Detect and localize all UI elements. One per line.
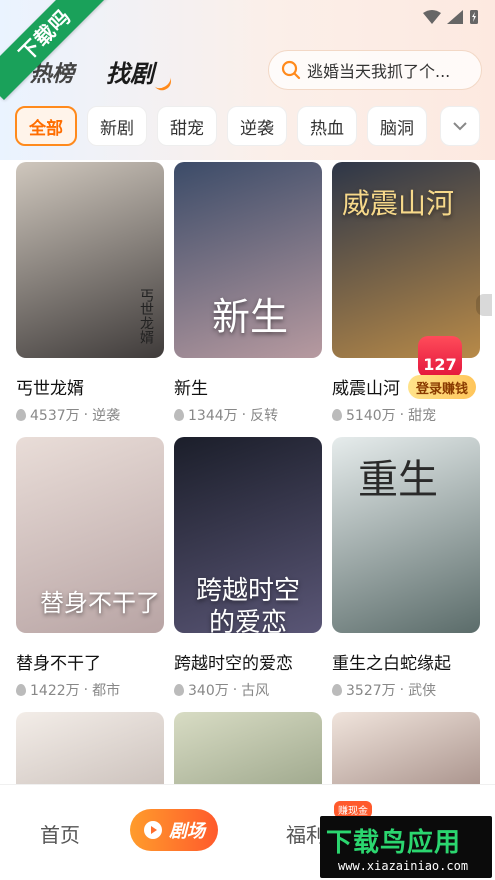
signal-icon [447,10,463,24]
login-earn-button[interactable]: 登录赚钱 [408,375,477,399]
drama-tag: 武侠 [408,683,437,699]
drama-tag: 逆袭 [92,408,121,424]
views-icon [16,684,26,696]
drama-tag: 反转 [250,408,279,424]
drama-views: 4537万 [30,408,80,424]
poster-title-art: 新生 [212,295,289,339]
wifi-icon [423,10,441,24]
drama-title: 丐世龙婿 [16,379,84,399]
views-icon [174,684,184,696]
drama-card[interactable]: 重生 重生之白蛇缘起 3527万 · 武侠 [332,437,480,700]
drama-poster[interactable]: 丐世龙婿 [16,162,164,358]
meta-separator: · [232,682,238,698]
search-placeholder: 逃婚当天我抓了个... [307,62,451,81]
drama-meta: 5140万 · 甜宠 [332,405,480,425]
category-new[interactable]: 新剧 [87,106,147,146]
drama-meta: 1422万 · 都市 [16,680,164,700]
side-scroll-handle[interactable] [476,294,492,316]
drama-poster[interactable]: 替身不干了 [16,437,164,633]
views-icon [16,409,26,421]
poster-title-art: 跨越时空的爱恋 [195,576,300,633]
watermark-url: www.xiazainiao.com [338,859,469,873]
drama-tag: 都市 [92,683,121,699]
drama-poster[interactable]: 新生 [174,162,322,358]
nav-home[interactable]: 首页 [40,819,80,848]
views-icon [332,409,342,421]
drama-poster[interactable]: 威震山河 [332,162,480,358]
drama-title: 重生之白蛇缘起 [332,654,451,674]
drama-views: 3527万 [346,683,396,699]
drama-meta: 340万 · 古风 [174,680,322,700]
top-header: 热榜 找剧 逃婚当天我抓了个... [0,46,495,94]
chevron-down-icon [453,122,467,131]
meta-separator: · [83,682,89,698]
nav-theater[interactable]: 剧场 [130,809,218,851]
drama-meta: 4537万 · 逆袭 [16,405,164,425]
drama-card[interactable]: 跨越时空的爱恋 跨越时空的爱恋 340万 · 古风 [174,437,322,700]
poster-title-art: 丐世龙婿 [138,288,154,344]
poster-title-art: 替身不干了 [40,589,160,617]
battery-icon [470,10,478,24]
tab-find-drama[interactable]: 找剧 [106,54,154,89]
category-action[interactable]: 热血 [297,106,357,146]
nav-theater-label: 剧场 [169,821,205,842]
views-icon [332,684,342,696]
drama-meta: 1344万 · 反转 [174,405,322,425]
drama-tag: 甜宠 [408,408,437,424]
poster-title-art: 威震山河 [342,187,455,220]
category-comeback[interactable]: 逆袭 [227,106,287,146]
drama-title: 替身不干了 [16,654,101,674]
category-sweet[interactable]: 甜宠 [157,106,217,146]
drama-card[interactable]: 丐世龙婿 丐世龙婿 4537万 · 逆袭 [16,162,164,425]
views-icon [174,409,184,421]
gift-count: 127 [423,355,457,374]
drama-poster[interactable]: 跨越时空的爱恋 [174,437,322,633]
active-tab-indicator [151,72,175,94]
watermark-logo-text: 下载鸟应用 [326,828,462,858]
category-expand-button[interactable] [440,106,480,146]
drama-poster[interactable]: 重生 [332,437,480,633]
drama-views: 5140万 [346,408,396,424]
drama-tag: 古风 [241,683,270,699]
meta-separator: · [399,407,405,423]
meta-separator: · [241,407,247,423]
gift-badge[interactable]: 127 [418,336,462,378]
meta-separator: · [83,407,89,423]
drama-card[interactable]: 新生 新生 1344万 · 反转 [174,162,322,425]
category-all[interactable]: 全部 [15,106,77,146]
category-tabs: 全部 新剧 甜宠 逆袭 热血 脑洞 [15,106,427,146]
drama-title: 新生 [174,379,208,399]
search-input[interactable]: 逃婚当天我抓了个... [268,50,482,90]
search-icon [281,60,301,80]
drama-meta: 3527万 · 武侠 [332,680,480,700]
drama-title: 跨越时空的爱恋 [174,654,293,674]
drama-views: 1344万 [188,408,238,424]
drama-card[interactable]: 替身不干了 替身不干了 1422万 · 都市 [16,437,164,700]
poster-title-art: 重生 [358,457,438,503]
drama-views: 1422万 [30,683,80,699]
category-fantasy[interactable]: 脑洞 [367,106,427,146]
play-icon [144,821,162,839]
meta-separator: · [399,682,405,698]
drama-views: 340万 [188,683,229,699]
watermark-logo: 下载鸟应用 www.xiazainiao.com [320,816,492,878]
